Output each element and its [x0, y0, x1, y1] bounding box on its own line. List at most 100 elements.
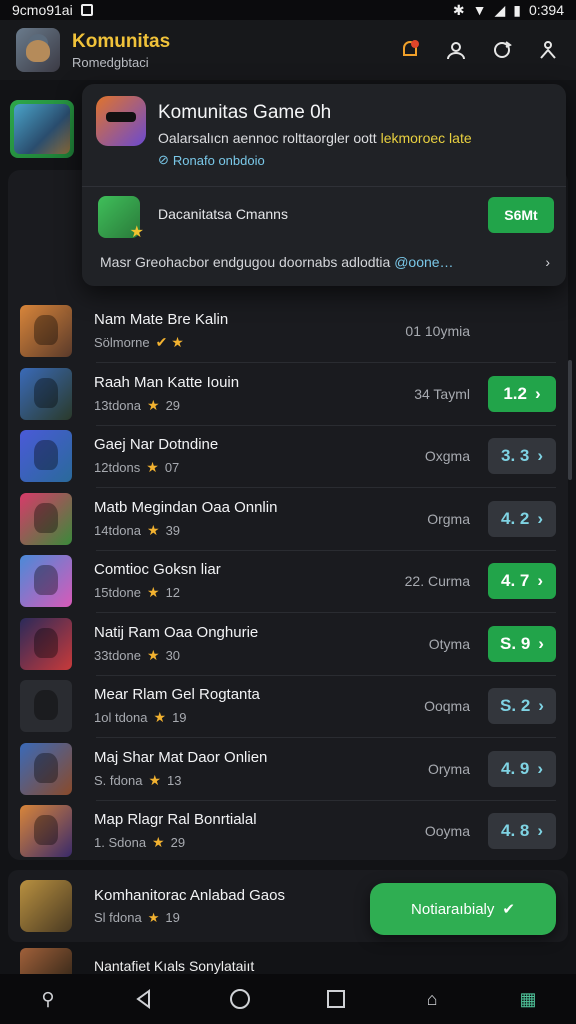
star-icon: ★ [152, 834, 165, 850]
status-time-left: 9cmo91ai [12, 2, 73, 18]
popup-mid-label: Dacanitatsa Cmanns [158, 206, 288, 222]
game-title: Raah Man Katte Iouin [94, 374, 240, 391]
player-count: Oryma [428, 761, 470, 777]
player-count: 01 10ymia [405, 323, 470, 339]
list-item[interactable]: Raah Man Katte Iouin 13tdona ★ 29 34 Tayml 1.… [8, 363, 568, 425]
chevron-right-icon: › [537, 759, 544, 778]
refresh-icon[interactable] [490, 38, 514, 62]
app-title: Komunitas [72, 30, 171, 52]
star-icon: ★ [147, 522, 160, 538]
rating-button[interactable]: S. 2 › [488, 688, 556, 724]
bluetooth-icon: ✱ [452, 1, 465, 18]
rating-button[interactable]: 4. 2 › [488, 501, 556, 537]
home-icon[interactable] [220, 979, 260, 1019]
app-logo[interactable] [16, 28, 60, 72]
player-count: Oxgma [424, 448, 470, 464]
list-item[interactable]: Nam Mate Bre Kalin Sölmorne ✔ ★ 01 10ymia [8, 300, 568, 362]
chevron-right-icon: › [537, 821, 544, 840]
popup-footer[interactable]: Masr Greohacbor endgugou doornabs adlodt… [100, 254, 550, 270]
status-time-right: 0:394 [528, 2, 564, 18]
status-bar: 9cmo91ai ✱ ▼ ◢ ▮ 0:394 [0, 0, 576, 20]
game-thumbnail [20, 805, 72, 857]
link-icon: ⊘ [158, 152, 169, 167]
game-meta: S. fdona ★ 13 [94, 772, 182, 788]
rating-value: 13 [167, 773, 182, 788]
game-title: Natij Ram Oaa Onghurie [94, 624, 259, 641]
popup-action-button[interactable]: S6Mt [488, 197, 554, 233]
popup-link[interactable]: ⊘ Ronafo onbdoio [158, 152, 265, 168]
rating-value: 30 [165, 648, 181, 663]
game-thumbnail [20, 305, 72, 357]
check-icon: ✔ [502, 901, 515, 918]
list-item[interactable]: Comtioc Goksn liar 15tdone ★ 12 22. Curma 4. … [8, 550, 568, 612]
game-title: Maj Shar Mat Daor Onlien [94, 749, 268, 766]
list-item[interactable]: Natij Ram Oaa Onghurie 33tdone ★ 30 Otyma S. … [8, 613, 568, 675]
rating-button[interactable]: 3. 3 › [488, 438, 556, 474]
popup-title: Komunitas Game 0h [158, 102, 332, 123]
bottom-card-title: Komhanitorac Anlabad Gaos [94, 886, 285, 904]
star-icon: ★ [147, 584, 160, 600]
rating-button[interactable]: 1.2 › [488, 376, 556, 412]
recents-icon[interactable] [316, 979, 356, 1019]
featured-game-tile[interactable] [10, 100, 74, 158]
rating-button [488, 313, 556, 349]
rating-button[interactable]: 4. 9 › [488, 751, 556, 787]
list-item[interactable]: Map Rlagr Ral Bonrtialal 1. Sdona ★ 29 Ooyma… [8, 800, 568, 862]
game-title: Map Rlagr Ral Bonrtialal [94, 811, 257, 828]
game-title: Matb Megindan Oaa Onnlin [94, 499, 278, 516]
game-thumbnail [20, 680, 72, 732]
popup-divider [82, 186, 566, 187]
rating-button[interactable]: S. 9 › [488, 626, 556, 662]
popup-footer-text: Masr Greohacbor endgugou doornabs adlodt… [100, 254, 391, 270]
rating-button[interactable]: 4. 7 › [488, 563, 556, 599]
game-meta: 15tdone ★ 12 [94, 584, 181, 600]
chevron-right-icon: › [537, 446, 544, 465]
bottom-card-thumbnail [20, 880, 72, 932]
store-icon[interactable]: ⌂ [412, 979, 452, 1019]
system-nav-bar: ⚲ ⌂ ▦ [0, 974, 576, 1024]
rating-button[interactable]: 4. 8 › [488, 813, 556, 849]
app-subtitle: Romedgbtaci [72, 54, 149, 70]
list-item[interactable]: Mear Rlam Gel Rogtanta 1ol tdona ★ 19 Ooqma S… [8, 675, 568, 737]
list-item[interactable]: Nantafiet Kıals Sonylataiıt [8, 948, 568, 976]
notification-icon [80, 4, 93, 16]
list-item[interactable]: Maj Shar Mat Daor Onlien S. fdona ★ 13 Oryma… [8, 738, 568, 800]
player-count: Otyma [428, 636, 470, 652]
game-title: Gaej Nar Dotndine [94, 436, 219, 453]
star-icon: ★ [147, 647, 160, 663]
star-icon: ★ [148, 772, 161, 788]
game-meta: 12tdons ★ 07 [94, 459, 180, 475]
verified-star-icon: ✔ ★ [155, 334, 184, 350]
player-count: Orgma [427, 511, 470, 527]
popup-mention[interactable]: @oone… [394, 254, 453, 270]
chevron-right-icon: › [534, 384, 541, 403]
star-icon: ★ [147, 909, 160, 925]
grid-icon[interactable]: ▦ [508, 979, 548, 1019]
user-icon[interactable] [444, 38, 468, 62]
game-meta: Sölmorne ✔ ★ [94, 334, 184, 350]
battery-icon: ▮ [513, 1, 521, 18]
chevron-right-icon: › [537, 509, 544, 528]
popup-description: Oalarsalıcn aennoc rolttaorgler oott lek… [158, 130, 472, 146]
rating-value: 39 [165, 523, 181, 538]
rating-value: 29 [165, 398, 181, 413]
player-count: Ooqma [424, 698, 470, 714]
profile-icon[interactable] [536, 38, 560, 62]
game-thumbnail [20, 743, 72, 795]
bug-icon[interactable]: ⚲ [28, 979, 68, 1019]
list-item[interactable]: Matb Megindan Oaa Onnlin 14tdona ★ 39 Orgma 4… [8, 488, 568, 550]
game-meta: 13tdona ★ 29 [94, 397, 181, 413]
back-icon[interactable] [124, 979, 164, 1019]
game-title: Comtioc Goksn liar [94, 561, 221, 578]
chevron-right-icon[interactable]: › [545, 254, 550, 270]
popup-avatar [96, 96, 146, 146]
list-item[interactable]: Gaej Nar Dotndine 12tdons ★ 07 Oxgma 3. 3 › [8, 425, 568, 487]
scrollbar[interactable] [568, 360, 572, 480]
notify-button[interactable]: Notiaraıbialy ✔ [370, 883, 556, 935]
rating-value: 07 [164, 460, 180, 475]
game-title: Nam Mate Bre Kalin [94, 311, 229, 328]
player-count: 22. Curma [404, 573, 470, 589]
signal-icon: ◢ [494, 1, 506, 18]
bell-icon[interactable] [398, 38, 422, 62]
star-icon: ★ [146, 459, 159, 475]
